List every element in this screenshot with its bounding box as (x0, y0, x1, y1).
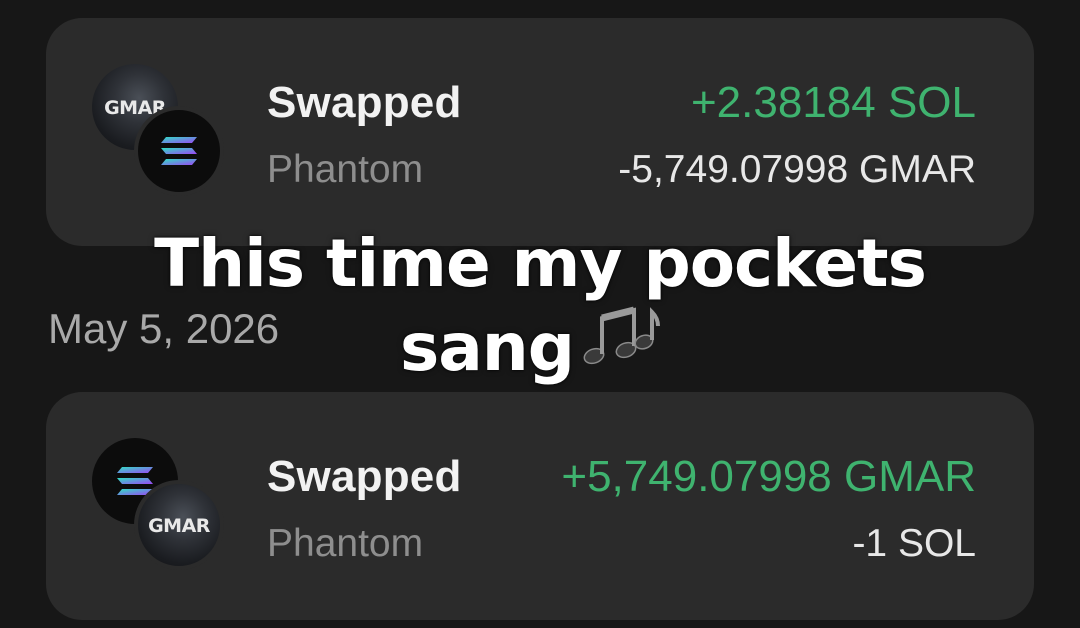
sent-amount: -5,749.07998 GMAR (618, 148, 976, 191)
token-pair-avatar: GMAR (92, 64, 224, 196)
activity-screen: GMAR Swapped Phantom +2.38184 SOL -5,749… (0, 0, 1080, 628)
token-pair-avatar: GMAR (92, 438, 224, 570)
music-notes-icon (582, 304, 661, 388)
solana-token-icon (134, 106, 224, 196)
gmar-logo-text: GMAR (148, 515, 210, 537)
caption-line-2-text: sang (399, 309, 575, 386)
transaction-title: Swapped (267, 78, 462, 127)
transaction-source: Phantom (267, 522, 424, 565)
date-header: May 5, 2026 (48, 305, 280, 352)
sent-amount: -1 SOL (852, 522, 976, 565)
transaction-title: Swapped (267, 452, 462, 501)
received-amount: +5,749.07998 GMAR (561, 452, 976, 501)
transaction-source: Phantom (267, 148, 424, 191)
transaction-card[interactable]: GMAR Swapped Phantom +5,749.07998 GMAR -… (46, 392, 1034, 620)
gmar-token-icon: GMAR (134, 480, 224, 570)
solana-logo-icon (161, 137, 197, 165)
received-amount: +2.38184 SOL (690, 78, 976, 127)
transaction-card[interactable]: GMAR Swapped Phantom +2.38184 SOL -5,749… (46, 18, 1034, 246)
